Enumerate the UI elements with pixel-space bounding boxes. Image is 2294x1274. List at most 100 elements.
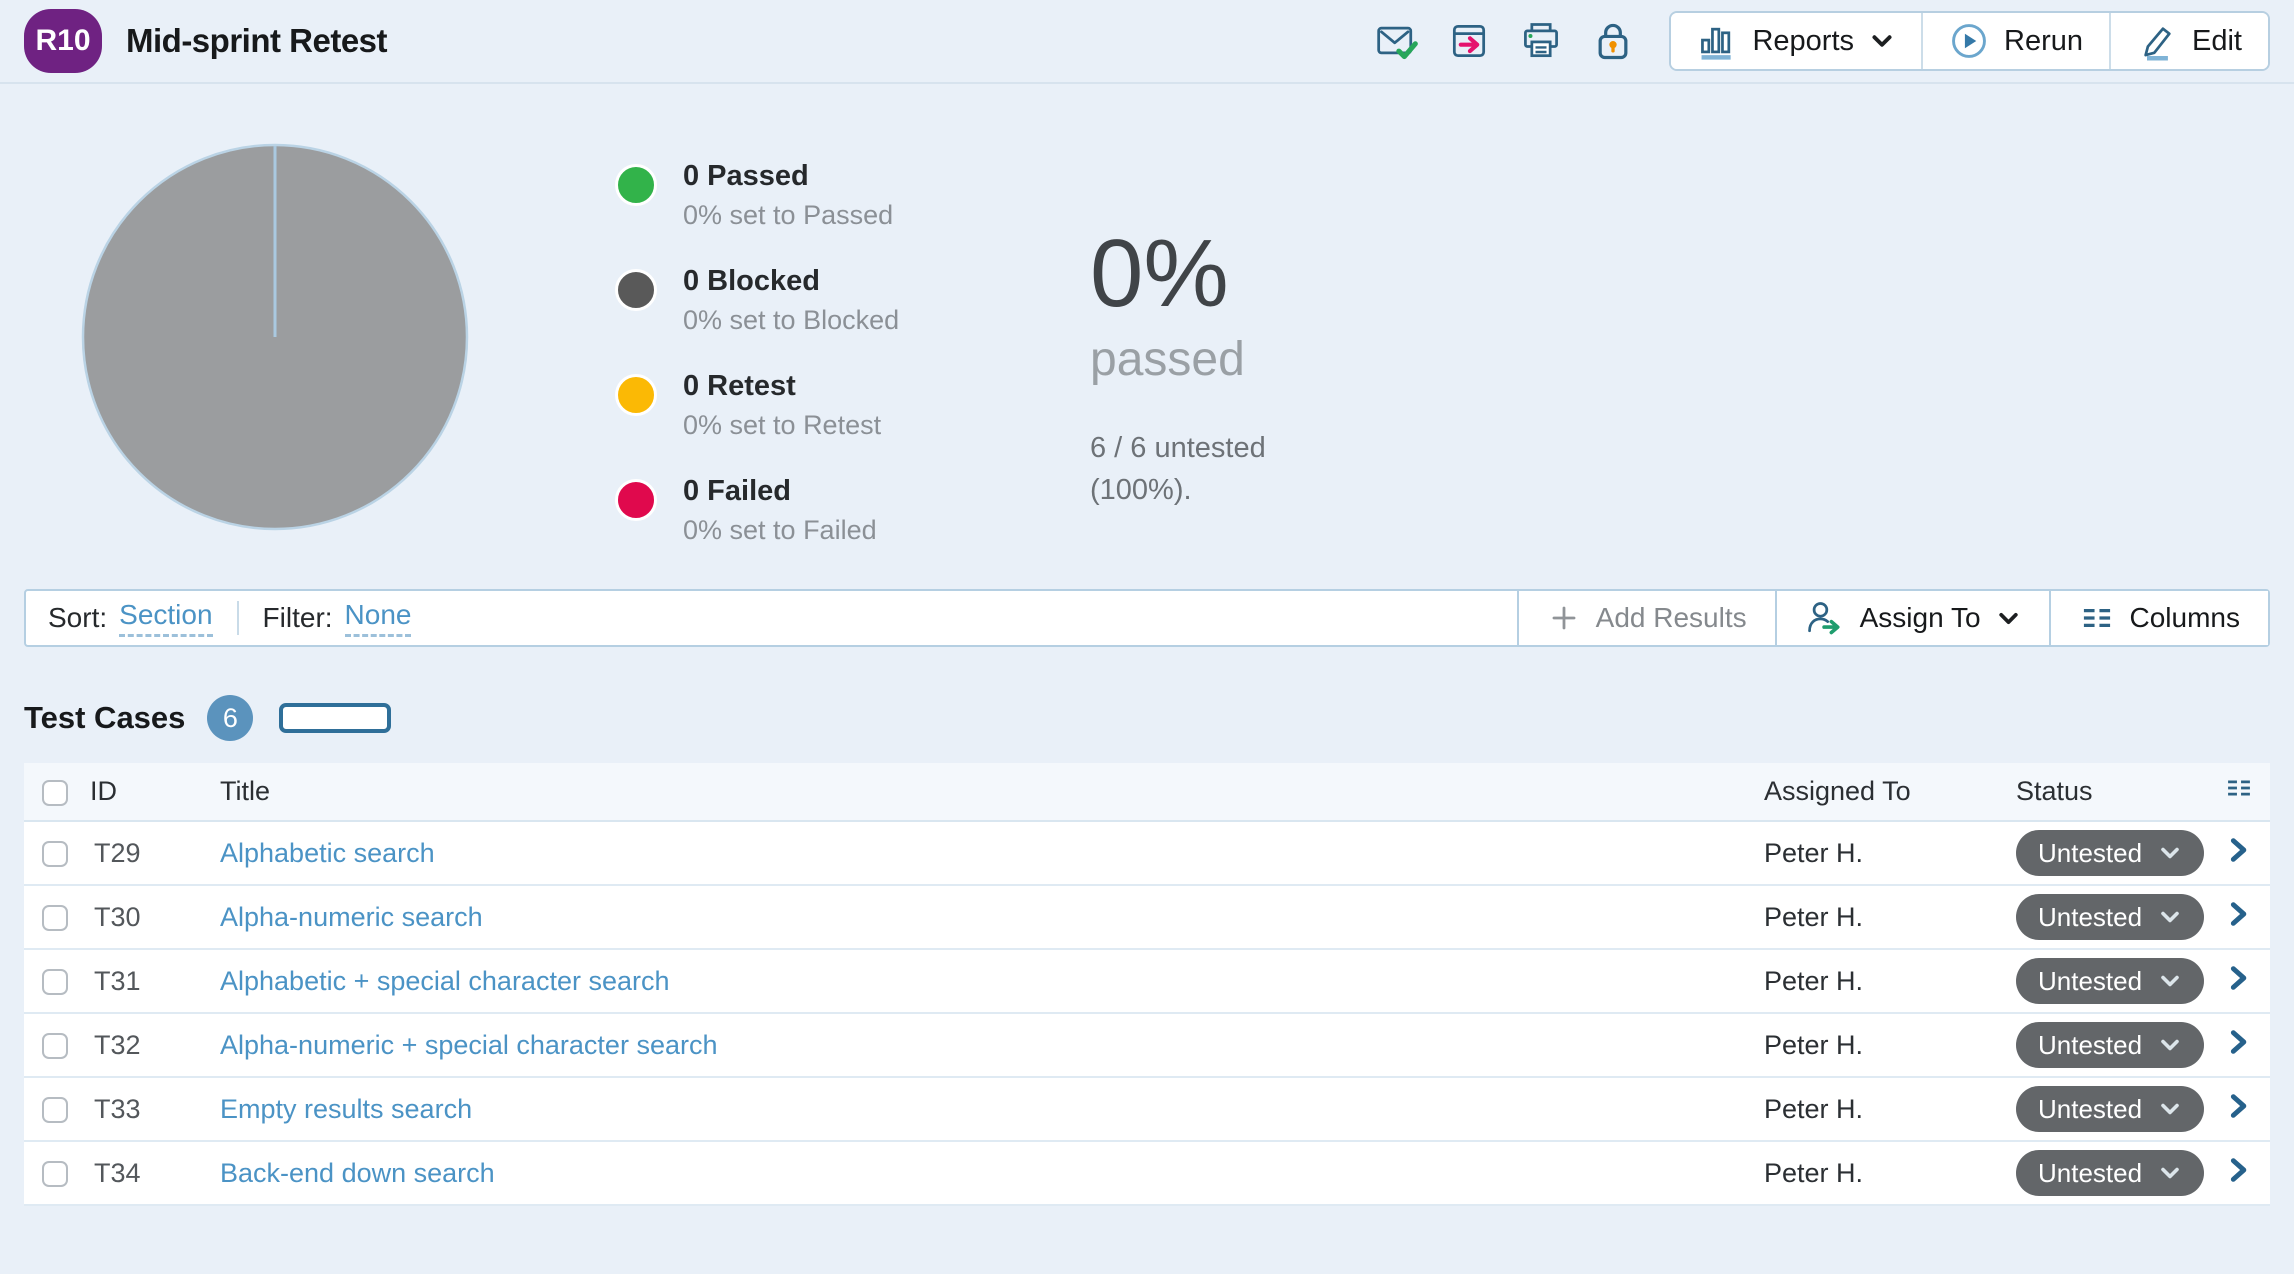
table-row[interactable]: T32 Alpha-numeric + special character se… <box>24 1013 2270 1077</box>
filter-value-link[interactable]: None <box>345 599 412 637</box>
case-title-link[interactable]: Alphabetic search <box>220 838 435 868</box>
table-row[interactable]: T33 Empty results search Peter H. Untest… <box>24 1077 2270 1141</box>
run-summary: 0 Passed 0% set to Passed 0 Blocked 0% s… <box>0 84 2294 589</box>
lock-icon <box>1591 19 1635 63</box>
run-id-badge: R10 <box>24 9 102 73</box>
row-checkbox[interactable] <box>42 969 68 995</box>
header-actions: Reports Rerun Edit <box>1375 11 2270 71</box>
legend-subtext: 0% set to Blocked <box>683 305 899 336</box>
legend-label: 0 Retest <box>683 370 881 403</box>
table-row[interactable]: T31 Alphabetic + special character searc… <box>24 949 2270 1013</box>
status-dropdown[interactable]: Untested <box>2016 1150 2204 1196</box>
status-dropdown[interactable]: Untested <box>2016 958 2204 1004</box>
table-row[interactable]: T29 Alphabetic search Peter H. Untested <box>24 821 2270 885</box>
status-label: Untested <box>2038 838 2142 869</box>
open-case-chevron-icon[interactable] <box>2224 1028 2252 1056</box>
page-title: Mid-sprint Retest <box>126 22 387 60</box>
chevron-down-icon <box>2158 1033 2182 1057</box>
legend-item: 0 Passed 0% set to Passed <box>615 160 975 231</box>
plus-icon <box>1547 601 1581 635</box>
status-label: Untested <box>2038 902 2142 933</box>
print-button[interactable] <box>1519 19 1563 63</box>
pass-rate-summary: 0% passed 6 / 6 untested (100%). <box>1090 142 1266 511</box>
edit-button[interactable]: Edit <box>2109 13 2268 69</box>
email-results-icon <box>1375 19 1419 63</box>
status-pie-chart <box>80 142 470 532</box>
legend-dot <box>615 479 657 521</box>
section-progress-bar <box>279 703 391 733</box>
export-icon <box>1447 19 1491 63</box>
table-row[interactable]: T34 Back-end down search Peter H. Untest… <box>24 1141 2270 1205</box>
header-title: Title <box>220 763 1746 821</box>
header-id: ID <box>90 763 220 821</box>
add-results-label: Add Results <box>1596 602 1747 634</box>
legend-label: 0 Failed <box>683 475 877 508</box>
open-case-chevron-icon[interactable] <box>2224 900 2252 928</box>
export-button[interactable] <box>1447 19 1491 63</box>
case-title-link[interactable]: Alpha-numeric search <box>220 902 483 932</box>
assigned-to: Peter H. <box>1746 1013 1996 1077</box>
case-title-link[interactable]: Alpha-numeric + special character search <box>220 1030 717 1060</box>
chevron-down-icon <box>2158 905 2182 929</box>
status-dropdown[interactable]: Untested <box>2016 1022 2204 1068</box>
pass-percent-label: passed <box>1090 332 1266 387</box>
pencil-icon <box>2137 21 2177 61</box>
page-header: R10 Mid-sprint Retest <box>0 0 2294 84</box>
case-id: T33 <box>90 1077 220 1141</box>
header-button-group: Reports Rerun Edit <box>1669 11 2270 71</box>
print-icon <box>1519 19 1563 63</box>
row-checkbox[interactable] <box>42 1097 68 1123</box>
status-dropdown[interactable]: Untested <box>2016 894 2204 940</box>
open-case-chevron-icon[interactable] <box>2224 1092 2252 1120</box>
add-results-button[interactable]: Add Results <box>1517 591 1775 645</box>
assign-to-button[interactable]: Assign To <box>1775 591 2049 645</box>
sort-filter-bar: Sort: Section Filter: None <box>26 591 1517 645</box>
reports-button[interactable]: Reports <box>1671 13 1921 69</box>
case-id: T29 <box>90 821 220 885</box>
legend-subtext: 0% set to Retest <box>683 410 881 441</box>
legend-item: 0 Blocked 0% set to Blocked <box>615 265 975 336</box>
columns-button[interactable]: Columns <box>2049 591 2268 645</box>
case-id: T31 <box>90 949 220 1013</box>
rerun-button[interactable]: Rerun <box>1921 13 2109 69</box>
sort-label: Sort: <box>48 602 107 634</box>
open-case-chevron-icon[interactable] <box>2224 1156 2252 1184</box>
row-checkbox[interactable] <box>42 1033 68 1059</box>
sort-value-link[interactable]: Section <box>119 599 212 637</box>
row-checkbox[interactable] <box>42 1161 68 1187</box>
case-title-link[interactable]: Empty results search <box>220 1094 472 1124</box>
chevron-down-icon <box>1869 28 1895 54</box>
test-cases-section-head: Test Cases 6 <box>24 695 2270 741</box>
case-title-link[interactable]: Alphabetic + special character search <box>220 966 670 996</box>
row-checkbox[interactable] <box>42 841 68 867</box>
row-checkbox[interactable] <box>42 905 68 931</box>
group-columns-icon[interactable] <box>2224 773 2254 803</box>
status-dropdown[interactable]: Untested <box>2016 1086 2204 1132</box>
legend-item: 0 Failed 0% set to Failed <box>615 475 975 546</box>
open-case-chevron-icon[interactable] <box>2224 836 2252 864</box>
bar-chart-icon <box>1697 21 1737 61</box>
case-title-link[interactable]: Back-end down search <box>220 1158 495 1188</box>
rerun-label: Rerun <box>2004 25 2083 58</box>
email-results-button[interactable] <box>1375 19 1419 63</box>
table-row[interactable]: T30 Alpha-numeric search Peter H. Untest… <box>24 885 2270 949</box>
chevron-down-icon <box>2158 841 2182 865</box>
chevron-down-icon <box>2158 969 2182 993</box>
case-id: T30 <box>90 885 220 949</box>
lock-button[interactable] <box>1591 19 1635 63</box>
header-assigned-to: Assigned To <box>1746 763 1996 821</box>
play-circle-icon <box>1949 21 1989 61</box>
pass-percent: 0% <box>1090 226 1266 322</box>
legend-dot <box>615 269 657 311</box>
assigned-to: Peter H. <box>1746 1141 1996 1205</box>
status-label: Untested <box>2038 1030 2142 1061</box>
select-all-checkbox[interactable] <box>42 780 68 806</box>
section-title: Test Cases <box>24 700 185 736</box>
test-cases-table: ID Title Assigned To Status T29 Alphabet… <box>24 763 2270 1206</box>
open-case-chevron-icon[interactable] <box>2224 964 2252 992</box>
status-dropdown[interactable]: Untested <box>2016 830 2204 876</box>
edit-label: Edit <box>2192 25 2242 58</box>
assigned-to: Peter H. <box>1746 885 1996 949</box>
status-label: Untested <box>2038 1094 2142 1125</box>
assigned-to: Peter H. <box>1746 1077 1996 1141</box>
